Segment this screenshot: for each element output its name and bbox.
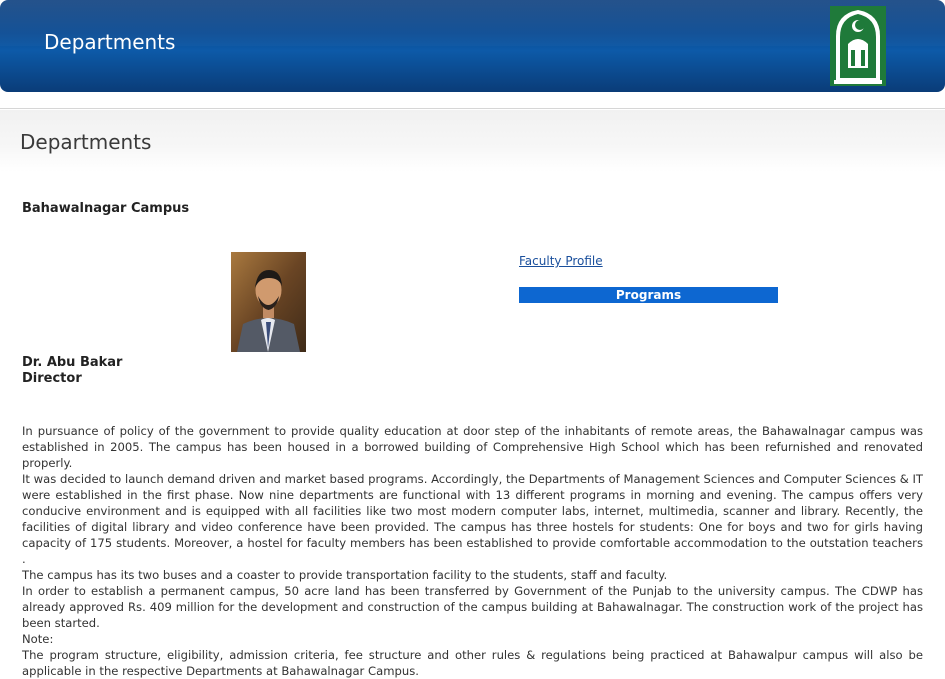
programs-button[interactable]: Programs: [519, 287, 778, 303]
faculty-profile-link[interactable]: Faculty Profile: [519, 254, 603, 268]
paragraph: The program structure, eligibility, admi…: [22, 648, 923, 678]
paragraph: The campus has its two buses and a coast…: [22, 568, 668, 582]
director-photo: [231, 252, 306, 352]
director-role: Director: [22, 371, 82, 386]
header-divider: [0, 108, 945, 109]
director-name-block: Dr. Abu Bakar Director: [22, 355, 122, 387]
paragraph: In order to establish a permanent campus…: [22, 584, 923, 630]
note-label: Note:: [22, 632, 54, 646]
campus-name: Bahawalnagar Campus: [22, 201, 190, 216]
director-name: Dr. Abu Bakar: [22, 355, 123, 370]
university-logo-icon[interactable]: [830, 6, 886, 86]
paragraph: In pursuance of policy of the government…: [22, 424, 923, 470]
campus-description: In pursuance of policy of the government…: [22, 423, 923, 679]
header-banner: Departments: [0, 0, 945, 92]
page-title: Departments: [20, 130, 152, 154]
banner-title: Departments: [44, 30, 176, 54]
paragraph: It was decided to launch demand driven a…: [22, 472, 923, 566]
